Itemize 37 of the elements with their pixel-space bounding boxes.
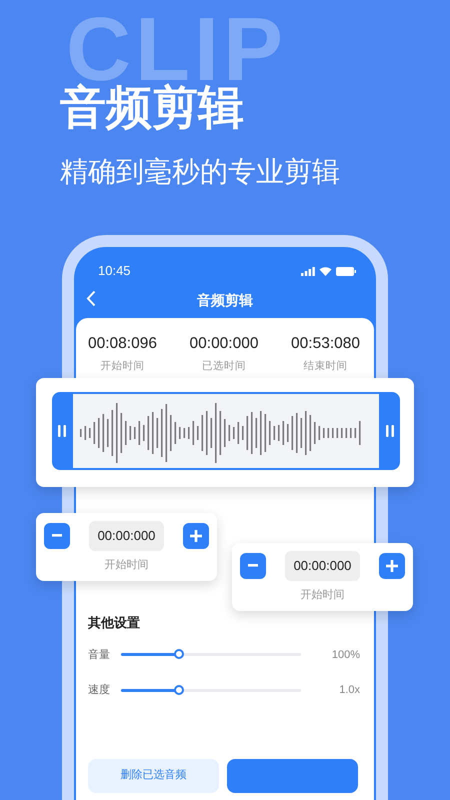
time-field[interactable]: 00:00:000 <box>88 521 164 550</box>
slider-thumb[interactable] <box>174 649 184 660</box>
subheadline: 精确到毫秒的专业剪辑 <box>59 154 341 188</box>
action-button[interactable] <box>227 758 358 792</box>
battery-icon <box>336 266 356 276</box>
minus-icon <box>248 564 258 568</box>
plus-icon <box>190 530 202 542</box>
time-label: 开始时间 <box>99 359 146 374</box>
signal-icon <box>301 266 315 276</box>
time-field[interactable]: 00:00:000 <box>284 551 360 580</box>
drag-handle-icon[interactable] <box>386 425 394 437</box>
plus-button[interactable] <box>379 552 405 579</box>
plus-button[interactable] <box>183 522 209 549</box>
wifi-icon <box>319 266 332 276</box>
plus-icon <box>386 560 398 572</box>
headline: 音频剪辑 <box>60 81 244 133</box>
slider-value: 1.0x <box>338 683 360 698</box>
screen-title: 音频剪辑 <box>197 291 253 310</box>
waveform-selection[interactable] <box>52 392 400 470</box>
slider-label: 速度 <box>88 682 111 698</box>
time-label: 已选时间 <box>201 359 247 374</box>
time-value: 00:00:000 <box>190 334 258 354</box>
minus-icon <box>52 534 62 538</box>
minus-button[interactable] <box>240 552 266 579</box>
time-label: 开始时间 <box>104 558 150 572</box>
time-label: 开始时间 <box>300 588 346 602</box>
status-time: 10:45 <box>98 262 131 280</box>
time-label: 结束时间 <box>302 359 349 374</box>
slider-label: 音量 <box>88 648 111 662</box>
drag-handle-icon[interactable] <box>58 425 66 437</box>
time-value: 00:53:080 <box>291 334 360 354</box>
time-value: 00:08:096 <box>88 334 157 354</box>
back-icon[interactable] <box>86 290 96 307</box>
slider-thumb[interactable] <box>174 684 184 695</box>
section-title: 其他设置 <box>88 614 141 632</box>
slider-value: 100% <box>330 648 360 662</box>
minus-button[interactable] <box>44 522 70 549</box>
